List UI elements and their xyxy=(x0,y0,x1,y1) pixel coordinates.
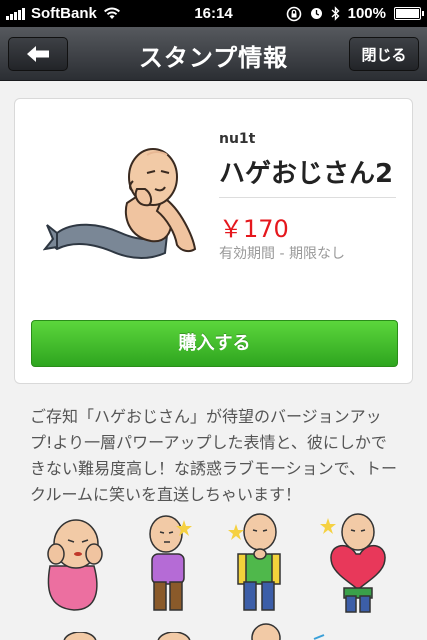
rotation-lock-icon xyxy=(286,6,301,21)
sticker-thumbnail[interactable] xyxy=(236,622,296,640)
close-button[interactable]: 閉じる xyxy=(349,37,419,71)
author-name: nu1t xyxy=(219,131,256,147)
page-title: スタンプ情報 xyxy=(138,44,289,72)
back-arrow-icon xyxy=(27,46,49,62)
sticker-grid xyxy=(0,508,427,640)
battery-icon xyxy=(394,7,424,20)
sticker-preview-image xyxy=(43,148,197,259)
alarm-icon xyxy=(310,8,322,19)
validity-period: 有効期間 - 期限なし xyxy=(219,246,345,262)
sticker-thumbnail[interactable] xyxy=(50,632,110,640)
description-text: ご存知「ハゲおじさん」が待望のバージョンアップ!より一層パワーアップした表情と、… xyxy=(30,407,398,504)
product-card: nu1t ハゲおじさん2 ￥170 有効期間 - 期限なし 購入する xyxy=(14,98,413,384)
sticker-pack-title: ハゲおじさん2 xyxy=(219,159,394,189)
sticker-thumbnail[interactable] xyxy=(138,510,198,614)
battery-percent: 100% xyxy=(347,5,386,22)
sticker-thumbnail[interactable] xyxy=(318,510,390,614)
price: ￥170 xyxy=(219,215,289,243)
status-bar: SoftBank 16:14 100% xyxy=(0,0,427,27)
bluetooth-icon xyxy=(331,6,340,21)
sticker-thumbnail[interactable] xyxy=(310,634,340,640)
sticker-thumbnail[interactable] xyxy=(226,508,292,614)
purchase-button[interactable]: 購入する xyxy=(31,320,398,367)
nav-bar: スタンプ情報 閉じる xyxy=(0,27,427,81)
sticker-thumbnail[interactable] xyxy=(144,632,204,640)
divider xyxy=(219,197,396,198)
back-button[interactable] xyxy=(8,37,68,71)
sticker-thumbnail[interactable] xyxy=(38,514,110,614)
